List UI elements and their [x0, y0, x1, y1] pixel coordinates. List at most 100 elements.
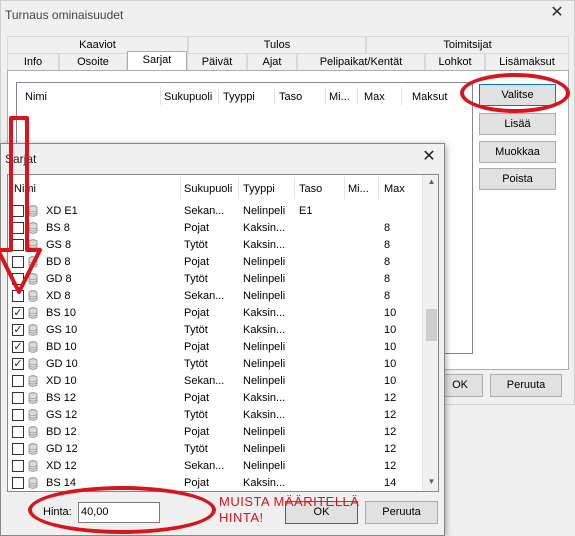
- tab-info[interactable]: Info: [7, 53, 59, 70]
- list-item[interactable]: BD 8 Pojat Nelinpeli 8: [8, 254, 422, 271]
- database-icon: [28, 341, 38, 353]
- checkbox[interactable]: [12, 460, 24, 472]
- checkbox[interactable]: [12, 375, 24, 387]
- list-item[interactable]: BS 12 Pojat Kaksin... 12: [8, 390, 422, 407]
- cell-name: BD 10: [46, 341, 77, 353]
- header-divider: [274, 87, 275, 105]
- list-item[interactable]: BS 8 Pojat Kaksin... 8: [8, 220, 422, 237]
- tab-lohkot[interactable]: Lohkot: [425, 53, 485, 70]
- window-title: Turnaus ominaisuudet: [5, 8, 124, 22]
- categories-dialog: Sarjat ✕ Nimi Sukupuoli Tyyppi Taso Mi..…: [0, 143, 445, 536]
- tab-sarjat[interactable]: Sarjat: [127, 51, 187, 70]
- column-header-maksut[interactable]: Maksut: [412, 91, 447, 103]
- column-header-min[interactable]: Mi...: [348, 183, 369, 195]
- close-icon[interactable]: ✕: [548, 5, 566, 23]
- column-header-sukupuoli[interactable]: Sukupuoli: [164, 91, 212, 103]
- checkbox[interactable]: [12, 426, 24, 438]
- annotation-line-1: MUISTA MÄÄRITELLÄ: [219, 494, 360, 509]
- list-item[interactable]: XD 8 Sekan... Nelinpeli 8: [8, 288, 422, 305]
- list-item[interactable]: ✓ GD 10 Tytöt Nelinpeli 10: [8, 356, 422, 373]
- cell-name: GS 12: [46, 409, 78, 421]
- database-icon: [28, 358, 38, 370]
- header-divider: [294, 177, 295, 199]
- cell-gender: Tytöt: [184, 324, 208, 336]
- database-icon: [28, 477, 38, 489]
- column-header-tyyppi[interactable]: Tyyppi: [223, 91, 255, 103]
- cell-name: BS 14: [46, 477, 76, 489]
- cell-name: GD 12: [46, 443, 78, 455]
- list-item[interactable]: XD 12 Sekan... Nelinpeli 12: [8, 458, 422, 475]
- cell-gender: Sekan...: [184, 460, 225, 472]
- column-header-min[interactable]: Mi...: [329, 91, 350, 103]
- poista-button[interactable]: Poista: [479, 168, 556, 190]
- muokkaa-button[interactable]: Muokkaa: [479, 141, 556, 163]
- list-item[interactable]: ✓ GS 10 Tytöt Kaksin... 10: [8, 322, 422, 339]
- column-header-max[interactable]: Max: [384, 183, 405, 195]
- tab-ajat[interactable]: Ajat: [247, 53, 297, 70]
- header-divider: [160, 87, 161, 105]
- tab-toimitsijat[interactable]: Toimitsijat: [366, 36, 569, 53]
- cell-type: Nelinpeli: [243, 375, 286, 387]
- list-item[interactable]: GD 8 Tytöt Nelinpeli 8: [8, 271, 422, 288]
- tab-tulos[interactable]: Tulos: [188, 36, 366, 53]
- cell-name: BD 12: [46, 426, 77, 438]
- database-icon: [28, 307, 38, 319]
- cell-gender: Tytöt: [184, 409, 208, 421]
- scrollbar-thumb[interactable]: [426, 309, 437, 341]
- categories-list[interactable]: Nimi Sukupuoli Tyyppi Taso Mi... Max XD …: [7, 174, 439, 492]
- cell-max: 12: [384, 392, 397, 404]
- database-icon: [28, 409, 38, 421]
- cell-gender: Sekan...: [184, 290, 225, 302]
- column-header-tyyppi[interactable]: Tyyppi: [243, 183, 275, 195]
- tab-lisamaksut[interactable]: Lisämaksut: [485, 53, 569, 70]
- cell-name: GS 10: [46, 324, 78, 336]
- checkbox[interactable]: ✓: [12, 358, 24, 370]
- database-icon: [28, 392, 38, 404]
- checkbox[interactable]: ✓: [12, 307, 24, 319]
- column-header-sukupuoli[interactable]: Sukupuoli: [184, 183, 232, 195]
- highlight-ellipse-hinta: [28, 486, 216, 534]
- checkbox[interactable]: [12, 477, 24, 489]
- scroll-down-icon[interactable]: ▼: [423, 477, 438, 486]
- cell-max: 8: [384, 256, 391, 268]
- column-header-max[interactable]: Max: [364, 91, 385, 103]
- checkbox[interactable]: [12, 392, 24, 404]
- column-header-taso[interactable]: Taso: [299, 183, 322, 195]
- checkbox[interactable]: ✓: [12, 341, 24, 353]
- cell-max: 12: [384, 409, 397, 421]
- list-item[interactable]: ✓ BD 10 Pojat Nelinpeli 10: [8, 339, 422, 356]
- list-item[interactable]: BD 12 Pojat Nelinpeli 12: [8, 424, 422, 441]
- list-item[interactable]: GD 12 Tytöt Nelinpeli 12: [8, 441, 422, 458]
- tab-paivat[interactable]: Päivät: [187, 53, 247, 70]
- cell-max: 10: [384, 307, 397, 319]
- tab-row: Info Osoite Sarjat Päivät Ajat Pelipaika…: [7, 51, 569, 70]
- tab-osoite[interactable]: Osoite: [59, 53, 127, 70]
- list-item[interactable]: GS 8 Tytöt Kaksin... 8: [8, 237, 422, 254]
- header-divider: [401, 87, 402, 105]
- cell-max: 10: [384, 341, 397, 353]
- database-icon: [28, 426, 38, 438]
- cell-type: Kaksin...: [243, 392, 286, 404]
- checkbox[interactable]: [12, 443, 24, 455]
- list-item[interactable]: ✓ BS 10 Pojat Kaksin... 10: [8, 305, 422, 322]
- outer-peruuta-button[interactable]: Peruuta: [490, 374, 562, 397]
- column-header-taso[interactable]: Taso: [279, 91, 302, 103]
- cell-type: Kaksin...: [243, 409, 286, 421]
- cell-gender: Pojat: [184, 392, 210, 404]
- list-item[interactable]: XD E1 Sekan... Nelinpeli E1: [8, 203, 422, 220]
- lisaa-button[interactable]: Lisää: [479, 113, 556, 135]
- tab-pelipaikat[interactable]: Pelipaikat/Kentät: [297, 53, 425, 70]
- checkbox[interactable]: [12, 409, 24, 421]
- column-header-nimi[interactable]: Nimi: [25, 91, 47, 103]
- list-item[interactable]: GS 12 Tytöt Kaksin... 12: [8, 407, 422, 424]
- close-icon[interactable]: ✕: [419, 148, 439, 168]
- cell-gender: Tytöt: [184, 358, 208, 370]
- inner-peruuta-button[interactable]: Peruuta: [365, 501, 438, 524]
- scroll-up-icon[interactable]: ▲: [423, 177, 438, 186]
- cell-max: 12: [384, 426, 397, 438]
- vertical-scrollbar[interactable]: ▲ ▼: [422, 175, 438, 491]
- header-divider: [357, 87, 358, 105]
- list-item[interactable]: XD 10 Sekan... Nelinpeli 10: [8, 373, 422, 390]
- cell-max: 8: [384, 290, 391, 302]
- checkbox[interactable]: ✓: [12, 324, 24, 336]
